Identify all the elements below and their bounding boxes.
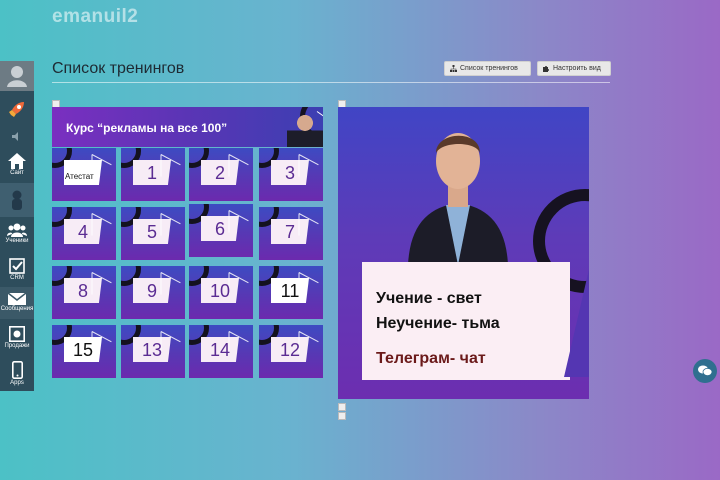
- home-icon: [8, 153, 26, 169]
- sidebar-avatar[interactable]: [0, 61, 34, 91]
- training-tile[interactable]: 10: [189, 266, 253, 319]
- puzzle-icon: [543, 66, 549, 72]
- person-icon: [12, 190, 22, 210]
- users-icon: [7, 223, 27, 237]
- user-avatar-icon: [7, 66, 27, 87]
- poster-line-2: Неучение- тьма: [376, 315, 500, 332]
- chat-bubbles-icon: [698, 365, 712, 376]
- training-tile[interactable]: 15: [52, 325, 116, 378]
- page-title: Список тренингов: [52, 60, 185, 77]
- training-tile[interactable]: 8: [52, 266, 116, 319]
- broken-image-icon: [338, 403, 346, 411]
- training-tile[interactable]: 13: [121, 325, 185, 378]
- speaker-icon: [12, 131, 18, 141]
- tile-label: 13: [141, 340, 163, 360]
- training-tile[interactable]: 11: [259, 266, 323, 319]
- sidebar-item-messages[interactable]: Сообщения: [0, 287, 34, 319]
- tile-label: Атестат: [65, 172, 94, 181]
- training-tile[interactable]: Атестат: [52, 148, 116, 201]
- tile-label: 9: [146, 281, 157, 301]
- telegram-poster[interactable]: Учение - свет Неучение- тьма Телеграм- ч…: [338, 107, 589, 399]
- course-banner[interactable]: Курс “рекламы на все 100”: [52, 107, 323, 147]
- sitemap-icon: [450, 65, 457, 72]
- customize-view-button-label: Настроить вид: [553, 65, 601, 72]
- sidebar-item-rocket[interactable]: [0, 92, 34, 126]
- tile-label: 5: [146, 222, 157, 242]
- sidebar-item-label: Сообщения: [0, 306, 34, 312]
- rocket-icon: [9, 102, 24, 117]
- poster-line-3: Телеграм- чат: [376, 350, 486, 367]
- training-tile[interactable]: 3: [259, 148, 323, 201]
- tile-label: 10: [209, 281, 231, 301]
- sidebar-item-label: Ученики: [5, 238, 29, 244]
- checkbox-icon: [9, 258, 25, 274]
- tile-label: 12: [279, 340, 301, 360]
- trainer-photo: [287, 110, 323, 147]
- customize-view-button[interactable]: Настроить вид: [537, 61, 611, 76]
- sidebar-item-user[interactable]: [0, 183, 34, 217]
- sidebar-item-label: CRM: [10, 275, 24, 281]
- envelope-icon: [8, 293, 26, 305]
- training-tile[interactable]: 1: [121, 148, 185, 201]
- sidebar-item-crm[interactable]: CRM: [0, 255, 34, 285]
- tile-label: 1: [146, 163, 157, 183]
- sidebar-item-label: Apps: [10, 380, 24, 386]
- tile-label: 14: [209, 340, 231, 360]
- tile-label: 8: [77, 281, 88, 301]
- trainer-portrait: [408, 133, 508, 265]
- training-tile[interactable]: 14: [189, 325, 253, 378]
- tile-label: 11: [280, 281, 300, 301]
- sidebar-item-sales[interactable]: Продажи: [0, 323, 34, 353]
- title-divider: [52, 82, 610, 83]
- sidebar-item-label: Сайт: [10, 170, 24, 176]
- sidebar-item-site[interactable]: Сайт: [0, 147, 34, 183]
- brand-logo[interactable]: emanuil2: [52, 6, 138, 28]
- training-tile[interactable]: 7: [259, 207, 323, 260]
- tile-label: 2: [214, 163, 225, 183]
- training-tile[interactable]: 6: [189, 204, 253, 257]
- tile-label: 15: [72, 340, 94, 360]
- training-tile[interactable]: 4: [52, 207, 116, 260]
- sidebar: Сайт Ученики CRM Сообщения Продажи Apps: [0, 61, 34, 391]
- phone-icon: [11, 361, 23, 379]
- trainings-list-button-label: Список тренингов: [460, 65, 518, 72]
- banner-title: Курс “рекламы на все 100”: [66, 121, 228, 135]
- training-tile[interactable]: 12: [259, 325, 323, 378]
- tile-label: 7: [284, 222, 295, 242]
- tile-label: 6: [214, 219, 225, 239]
- tile-label: 3: [284, 163, 295, 183]
- broken-image-icon: [338, 412, 346, 420]
- sidebar-item-students[interactable]: Ученики: [0, 219, 34, 249]
- chat-button[interactable]: [693, 359, 717, 383]
- tile-label: 4: [77, 222, 88, 242]
- poster-line-1: Учение - свет: [376, 290, 482, 307]
- training-tile[interactable]: 5: [121, 207, 185, 260]
- sales-icon: [9, 326, 25, 342]
- poster-triangle: [564, 265, 589, 377]
- trainings-list-button[interactable]: Список тренингов: [444, 61, 531, 76]
- sidebar-item-sound[interactable]: [0, 126, 34, 146]
- training-tile[interactable]: 2: [189, 148, 253, 201]
- sidebar-item-label: Продажи: [4, 343, 30, 349]
- training-tile[interactable]: 9: [121, 266, 185, 319]
- sidebar-item-apps[interactable]: Apps: [0, 357, 34, 391]
